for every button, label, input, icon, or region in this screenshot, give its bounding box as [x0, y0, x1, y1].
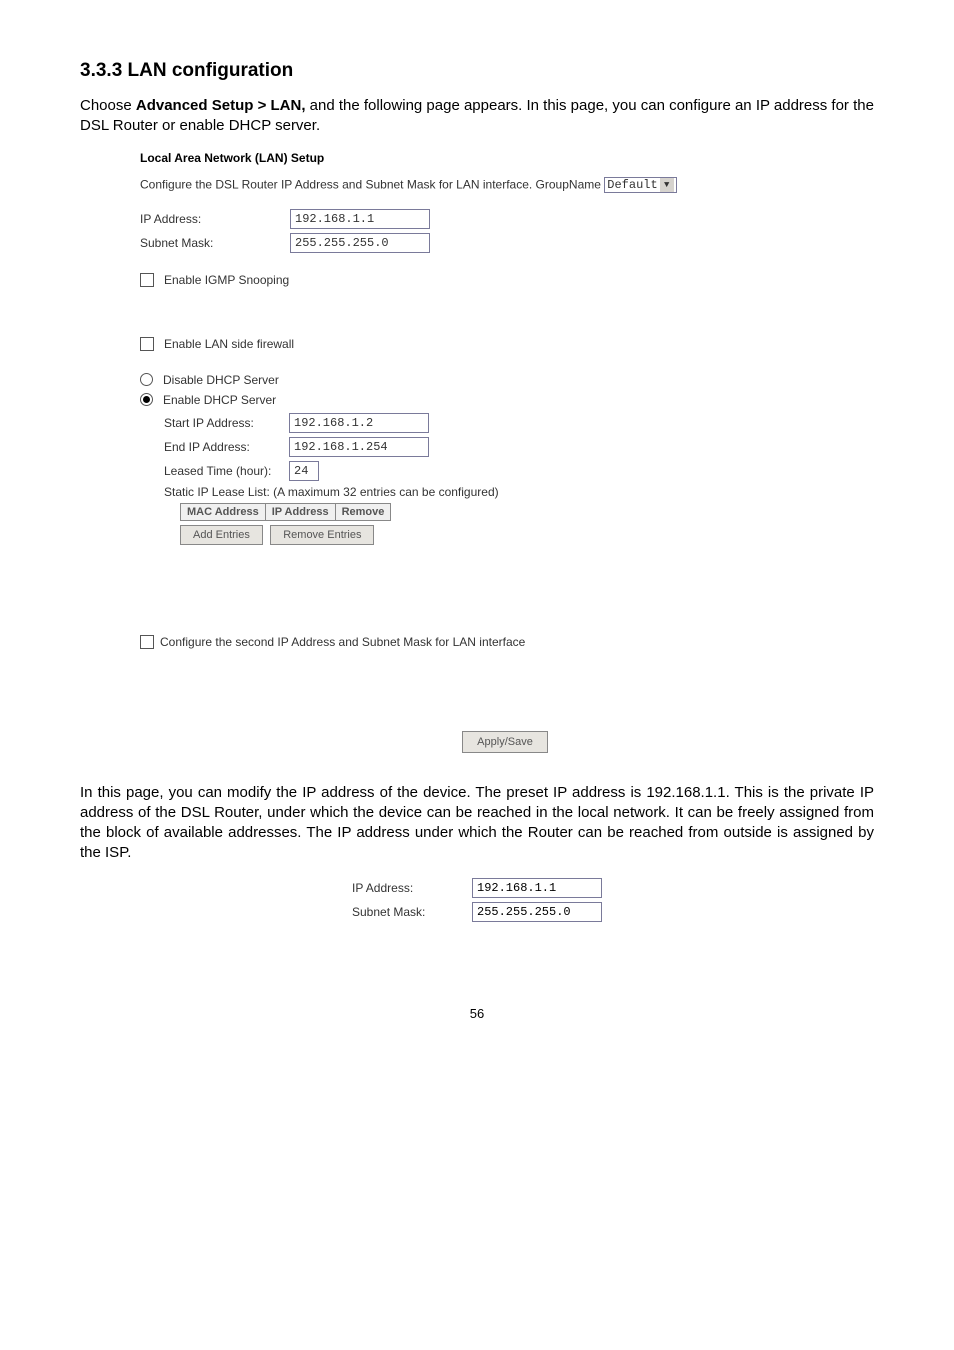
bottom-ip-label: IP Address:	[352, 881, 452, 895]
end-ip-label: End IP Address:	[164, 440, 289, 454]
start-ip-input[interactable]: 192.168.1.2	[289, 413, 429, 433]
bottom-mask-input[interactable]: 255.255.255.0	[472, 902, 602, 922]
disable-dhcp-radio[interactable]	[140, 373, 153, 386]
groupname-value: Default	[607, 178, 657, 192]
add-entries-button[interactable]: Add Entries	[180, 525, 263, 545]
intro-prefix: Choose	[80, 97, 136, 114]
chevron-down-icon: ▼	[660, 178, 674, 192]
leased-time-input[interactable]: 24	[289, 461, 319, 481]
bottom-ip-input[interactable]: 192.168.1.1	[472, 878, 602, 898]
configure-text: Configure the DSL Router IP Address and …	[140, 177, 601, 191]
table-header-mac: MAC Address	[181, 503, 266, 520]
ip-address-label: IP Address:	[140, 212, 290, 226]
second-ip-label: Configure the second IP Address and Subn…	[160, 635, 525, 649]
intro-bold-path: Advanced Setup > LAN,	[136, 97, 306, 114]
apply-save-button[interactable]: Apply/Save	[462, 731, 548, 753]
lan-firewall-label: Enable LAN side firewall	[164, 337, 294, 351]
subnet-mask-input[interactable]: 255.255.255.0	[290, 233, 430, 253]
body-paragraph: In this page, you can modify the IP addr…	[80, 783, 874, 864]
leased-time-label: Leased Time (hour):	[164, 464, 289, 478]
disable-dhcp-label: Disable DHCP Server	[163, 373, 279, 387]
start-ip-label: Start IP Address:	[164, 416, 289, 430]
enable-dhcp-radio[interactable]	[140, 393, 153, 406]
igmp-snooping-checkbox[interactable]	[140, 273, 154, 287]
bottom-mask-label: Subnet Mask:	[352, 905, 452, 919]
lan-firewall-checkbox[interactable]	[140, 337, 154, 351]
table-header-remove: Remove	[335, 503, 391, 520]
groupname-dropdown[interactable]: Default▼	[604, 177, 676, 193]
configure-line: Configure the DSL Router IP Address and …	[140, 177, 874, 193]
static-lease-note: Static IP Lease List: (A maximum 32 entr…	[164, 485, 874, 499]
second-ip-checkbox[interactable]	[140, 635, 154, 649]
intro-paragraph: Choose Advanced Setup > LAN, and the fol…	[80, 96, 874, 137]
ip-address-input[interactable]: 192.168.1.1	[290, 209, 430, 229]
igmp-snooping-label: Enable IGMP Snooping	[164, 273, 289, 287]
bottom-fields-block: IP Address: 192.168.1.1 Subnet Mask: 255…	[80, 878, 874, 926]
remove-entries-button[interactable]: Remove Entries	[270, 525, 374, 545]
section-heading: 3.3.3 LAN configuration	[80, 60, 874, 82]
table-header-ip: IP Address	[265, 503, 335, 520]
static-lease-table: MAC Address IP Address Remove	[180, 503, 391, 521]
end-ip-input[interactable]: 192.168.1.254	[289, 437, 429, 457]
lan-setup-panel: Local Area Network (LAN) Setup Configure…	[140, 151, 874, 753]
enable-dhcp-label: Enable DHCP Server	[163, 393, 276, 407]
subnet-mask-label: Subnet Mask:	[140, 236, 290, 250]
panel-title: Local Area Network (LAN) Setup	[140, 151, 874, 165]
page-number: 56	[80, 1006, 874, 1021]
